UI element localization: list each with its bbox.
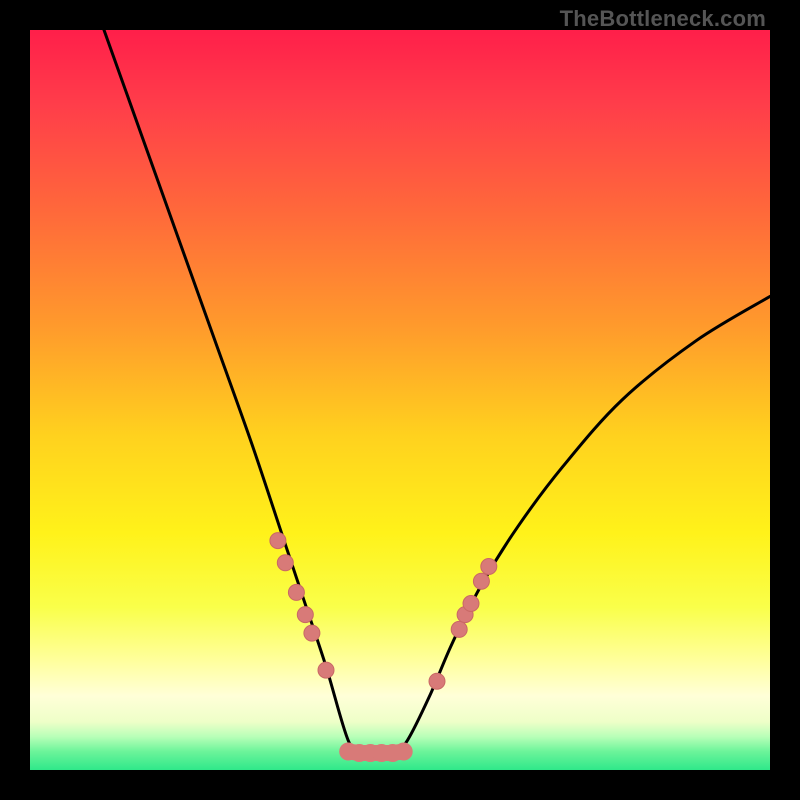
data-point: [451, 621, 467, 637]
plot-area: [30, 30, 770, 770]
chart-frame: TheBottleneck.com: [0, 0, 800, 800]
data-point: [473, 573, 489, 589]
markers-left-group: [270, 533, 334, 679]
data-point: [429, 673, 445, 689]
curve-layer: [30, 30, 770, 770]
bottleneck-curve: [104, 30, 770, 756]
data-point: [277, 555, 293, 571]
data-point: [304, 625, 320, 641]
data-point: [481, 559, 497, 575]
markers-right-group: [429, 559, 497, 690]
data-point: [463, 596, 479, 612]
data-point: [270, 533, 286, 549]
data-point: [297, 607, 313, 623]
plateau-group: [339, 743, 413, 763]
data-point: [288, 584, 304, 600]
watermark-text: TheBottleneck.com: [560, 6, 766, 32]
plateau-point: [395, 743, 413, 761]
data-point: [318, 662, 334, 678]
